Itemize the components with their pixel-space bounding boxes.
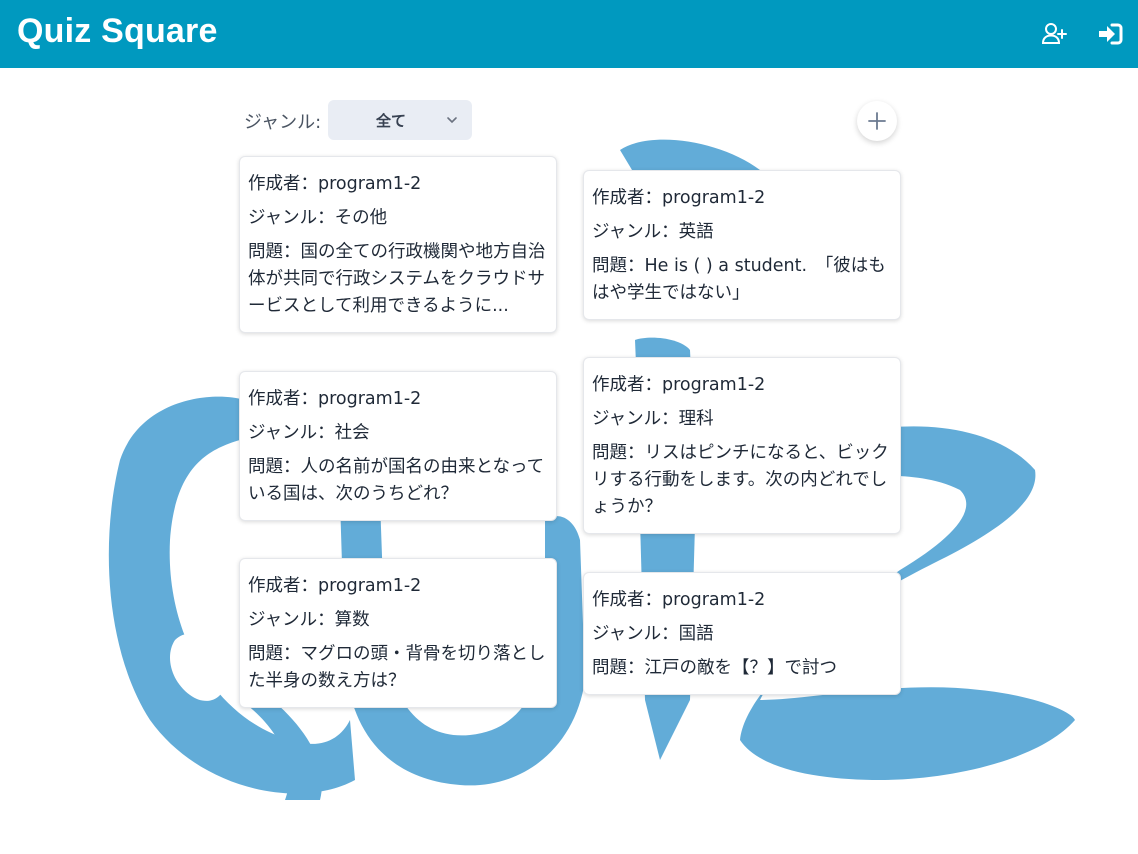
user-plus-icon[interactable] <box>1040 20 1068 48</box>
chevron-down-icon <box>447 117 457 124</box>
sign-in-icon[interactable] <box>1096 20 1124 48</box>
quiz-card[interactable]: 作成者：program1-2 ジャンル：国語 問題：江戸の敵を【？】で討つ <box>583 572 901 695</box>
quiz-question: 問題：リスはピンチになると、ビックリする行動をします。次の内どれでしょうか？ <box>592 443 889 517</box>
quiz-question: 問題：国の全ての行政機関や地方自治体が共同で行政システムをクラウドサービスとして… <box>248 242 546 316</box>
add-quiz-button[interactable] <box>857 101 897 141</box>
quiz-author: 作成者：program1-2 <box>592 590 766 610</box>
quiz-author: 作成者：program1-2 <box>248 576 422 596</box>
quiz-question: 問題：江戸の敵を【？】で討つ <box>592 658 837 678</box>
quiz-card[interactable]: 作成者：program1-2 ジャンル：その他 問題：国の全ての行政機関や地方自… <box>239 156 557 333</box>
app-title[interactable]: Quiz Square <box>17 12 218 51</box>
quiz-genre: ジャンル：その他 <box>248 208 388 228</box>
quiz-card[interactable]: 作成者：program1-2 ジャンル：算数 問題：マグロの頭・背骨を切り落とし… <box>239 558 557 708</box>
quiz-card[interactable]: 作成者：program1-2 ジャンル：社会 問題：人の名前が国名の由来となって… <box>239 371 557 521</box>
genre-filter-label: ジャンル: <box>244 112 322 133</box>
quiz-author: 作成者：program1-2 <box>592 375 766 395</box>
quiz-genre: ジャンル：社会 <box>248 423 370 443</box>
genre-select[interactable]: 全て <box>328 100 472 140</box>
genre-select-value: 全て <box>375 112 406 130</box>
app-header: Quiz Square <box>0 0 1138 68</box>
quiz-brush-logo <box>108 139 1075 800</box>
quiz-question: 問題：He is ( ) a student. 「彼はもはや学生ではない」 <box>592 256 886 303</box>
quiz-card[interactable]: 作成者：program1-2 ジャンル：理科 問題：リスはピンチになると、ビック… <box>583 357 901 534</box>
quiz-author: 作成者：program1-2 <box>592 188 766 208</box>
quiz-genre: ジャンル：英語 <box>592 222 714 242</box>
quiz-genre: ジャンル：理科 <box>592 409 714 429</box>
quiz-question: 問題：マグロの頭・背骨を切り落とした半身の数え方は？ <box>248 644 546 691</box>
quiz-author: 作成者：program1-2 <box>248 389 422 409</box>
quiz-card[interactable]: 作成者：program1-2 ジャンル：英語 問題：He is ( ) a st… <box>583 170 901 320</box>
quiz-genre: ジャンル：算数 <box>248 610 370 630</box>
quiz-question: 問題：人の名前が国名の由来となっている国は、次のうちどれ？ <box>248 457 545 504</box>
plus-icon <box>868 112 886 130</box>
quiz-genre: ジャンル：国語 <box>592 624 714 644</box>
quiz-author: 作成者：program1-2 <box>248 174 422 194</box>
